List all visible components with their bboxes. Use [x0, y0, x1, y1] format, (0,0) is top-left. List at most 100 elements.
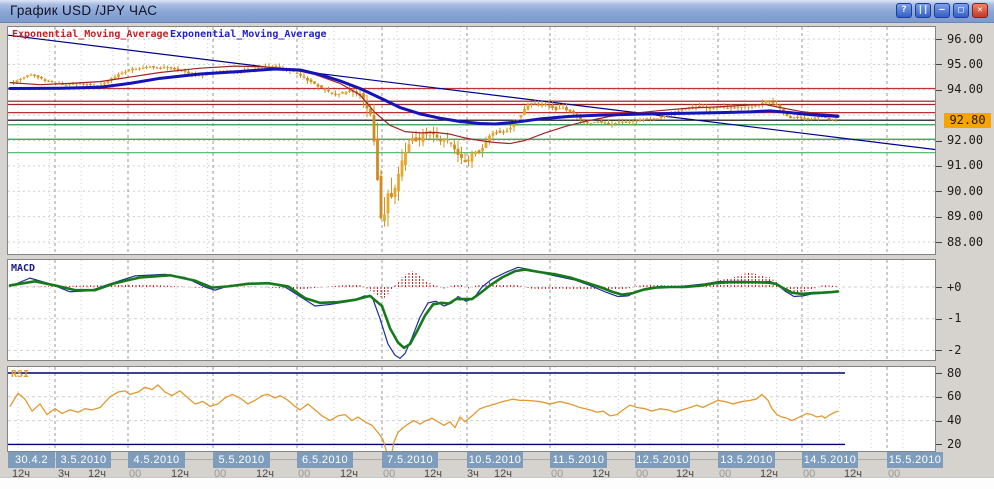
price-chart-panel[interactable] — [7, 26, 936, 255]
bottom-strip — [0, 477, 994, 489]
candle-body — [443, 139, 446, 142]
candle-body — [611, 124, 614, 125]
candle-body — [663, 115, 666, 117]
candle-body — [324, 89, 327, 90]
date-badge: 4.5.2010 — [128, 452, 185, 468]
candle-body — [89, 84, 92, 85]
candle-body — [495, 132, 498, 133]
candle-body — [709, 108, 712, 109]
price-tick-label: 90.00 — [947, 184, 983, 198]
date-badge: 12.5.2010 — [635, 452, 690, 468]
candle-body — [541, 104, 544, 106]
candle-body — [509, 128, 512, 129]
macd-canvas[interactable] — [8, 260, 935, 360]
candle-body — [149, 67, 152, 68]
candle-body — [765, 101, 768, 103]
candle-body — [625, 122, 628, 123]
candle-body — [145, 67, 148, 68]
candle-body — [488, 136, 491, 142]
rsi-tick-label-tick — [936, 373, 942, 374]
candle-body — [824, 117, 827, 118]
candle-body — [793, 118, 796, 119]
candle-body — [65, 85, 68, 86]
candle-body — [163, 67, 166, 68]
candle-body — [310, 80, 313, 82]
rsi-line — [10, 385, 838, 451]
rsi-tick-label: 80 — [947, 366, 961, 380]
price-tick-label: 95.00 — [947, 57, 983, 71]
candle-body — [807, 118, 810, 119]
date-badge: 7.5.2010 — [382, 452, 438, 468]
help-button[interactable]: ? — [896, 3, 912, 18]
macd-tick-label-tick — [936, 350, 942, 351]
candle-body — [460, 154, 463, 158]
candle-body — [338, 94, 341, 95]
rsi-panel[interactable] — [7, 366, 936, 452]
pause-button[interactable]: || — [915, 3, 931, 18]
rsi-tick-label-tick — [936, 421, 942, 422]
candle-body — [649, 119, 652, 120]
close-button[interactable]: ✕ — [972, 3, 988, 18]
candle-body — [548, 105, 551, 106]
candle-body — [303, 76, 306, 77]
macd-tick-label: -2 — [947, 343, 961, 357]
candle-body — [327, 90, 330, 91]
candle-body — [464, 160, 467, 162]
date-badge: 30.4.2 — [8, 452, 55, 468]
macd-panel[interactable] — [7, 259, 936, 361]
candle-body — [348, 91, 351, 92]
minimize-button[interactable]: — — [934, 3, 950, 18]
candle-body — [201, 75, 204, 76]
candle-body — [628, 122, 631, 123]
candle-body — [103, 83, 106, 85]
candle-body — [156, 67, 159, 68]
rsi-tick-label: 40 — [947, 413, 961, 427]
candle-body — [572, 111, 575, 114]
candle-body — [726, 108, 729, 109]
rsi-tick-label: 60 — [947, 389, 961, 403]
candle-body — [775, 104, 778, 105]
candle-body — [597, 122, 600, 123]
candle-body — [677, 111, 680, 112]
price-tick-label: 94.00 — [947, 82, 983, 96]
candle-body — [534, 103, 537, 104]
candle-body — [506, 131, 509, 132]
candle-body — [712, 108, 715, 109]
candle-body — [607, 123, 610, 124]
candle-body — [537, 103, 540, 105]
candle-body — [184, 71, 187, 72]
descending-trendline — [8, 35, 935, 150]
candle-body — [313, 81, 316, 83]
candle-body — [383, 214, 386, 220]
candle-body — [502, 132, 505, 133]
candle-body — [411, 138, 414, 141]
candle-body — [481, 148, 484, 151]
window-titlebar[interactable]: График USD /JPY ЧАС ?||—□✕ — [0, 0, 994, 23]
candle-body — [565, 107, 568, 110]
rsi-label: RSI — [11, 369, 29, 380]
window-buttons: ?||—□✕ — [896, 3, 988, 18]
candle-body — [768, 101, 771, 102]
rsi-tick-label: 20 — [947, 437, 961, 451]
candle-body — [544, 104, 547, 105]
macd-label: MACD — [11, 263, 35, 274]
candle-body — [562, 108, 565, 109]
candle-body — [275, 66, 278, 67]
date-badge: 5.5.2010 — [213, 452, 270, 468]
price-tick-label: 91.00 — [947, 158, 983, 172]
candle-body — [380, 176, 383, 219]
macd-tick-label: +0 — [947, 280, 961, 294]
date-badge: 6.5.2010 — [297, 452, 353, 468]
candle-body — [345, 92, 348, 94]
price-chart-canvas[interactable] — [8, 27, 935, 254]
candle-body — [831, 119, 834, 120]
candle-body — [621, 122, 624, 123]
candle-body — [800, 117, 803, 118]
candle-body — [401, 160, 404, 176]
rsi-canvas[interactable] — [8, 367, 935, 451]
candle-body — [751, 107, 754, 108]
maximize-button[interactable]: □ — [953, 3, 969, 18]
candle-body — [555, 107, 558, 110]
candle-body — [604, 122, 607, 123]
candle-body — [639, 119, 642, 120]
